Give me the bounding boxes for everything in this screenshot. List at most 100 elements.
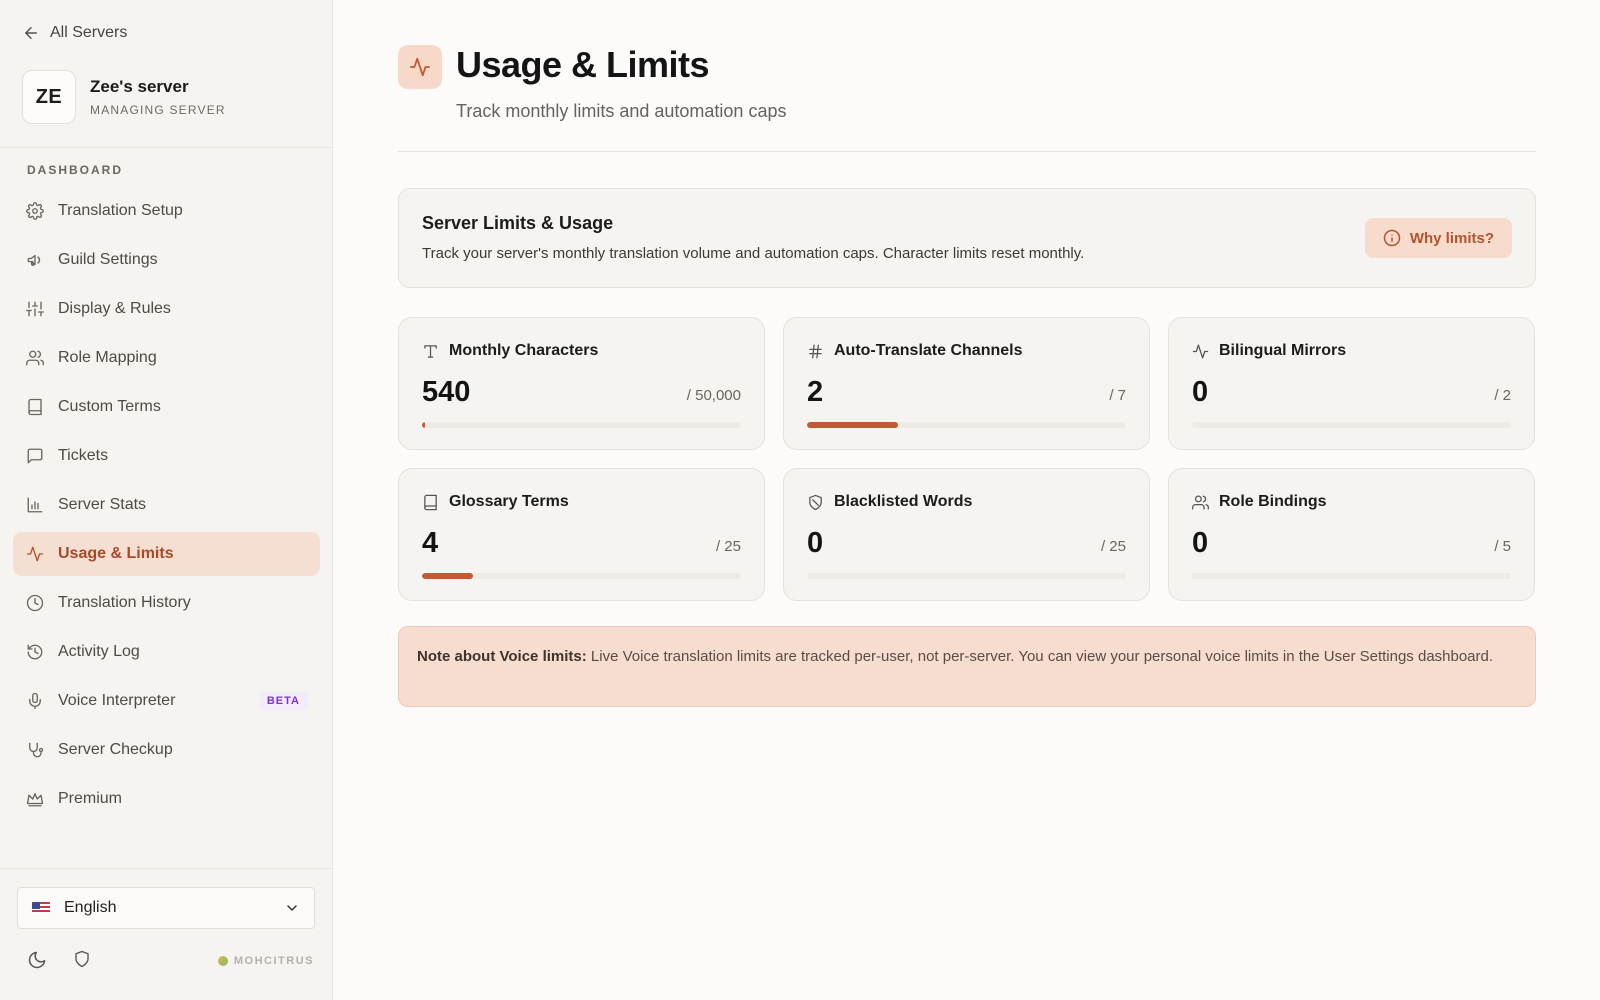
sidebar-item-display-rules[interactable]: Display & Rules [13, 287, 320, 331]
sidebar-item-custom-terms[interactable]: Custom Terms [13, 385, 320, 429]
stat-value: 0 [1192, 376, 1209, 408]
chat-icon [27, 448, 43, 464]
sidebar: All Servers ZE Zee's server MANAGING SER… [0, 0, 333, 1000]
stat-progress-bar [807, 573, 1126, 579]
language-value: English [64, 899, 117, 916]
stat-value: 4 [422, 527, 439, 559]
megaphone-icon [27, 254, 41, 266]
sidebar-item-premium[interactable]: Premium [13, 777, 320, 821]
text-icon [424, 344, 437, 358]
note-title: Note about Voice limits: [417, 648, 587, 665]
back-label: All Servers [50, 24, 128, 41]
sidebar-item-label: Role Mapping [58, 349, 157, 366]
server-role: MANAGING SERVER [90, 103, 226, 117]
book-icon [28, 398, 42, 416]
stat-progress-bar [422, 422, 741, 428]
sidebar-item-server-stats[interactable]: Server Stats [13, 483, 320, 527]
stat-progress-bar [422, 573, 741, 579]
voice-limits-note: Note about Voice limits: Live Voice tran… [398, 626, 1536, 707]
clock-icon [26, 594, 44, 612]
bar-chart-icon [27, 497, 43, 513]
stat-limit: / 50,000 [686, 387, 741, 404]
sidebar-item-translation-setup[interactable]: Translation Setup [13, 189, 320, 233]
users-icon [1192, 494, 1209, 510]
sidebar-item-server-checkup[interactable]: Server Checkup [13, 728, 320, 772]
activity-icon [409, 57, 431, 77]
sidebar-item-label: Custom Terms [58, 398, 161, 415]
info-icon [1383, 229, 1401, 247]
activity-icon [26, 546, 44, 562]
sidebar-item-label: Server Stats [58, 496, 147, 513]
sidebar-item-voice-interpreter[interactable]: Voice Interpreter BETA [13, 679, 320, 723]
stat-card-auto-translate-channels: Auto-Translate Channels 2 / 7 [783, 317, 1150, 450]
history-icon [27, 644, 43, 660]
sidebar-divider-bottom [0, 868, 333, 869]
stat-label: Role Bindings [1219, 493, 1327, 510]
why-limits-button[interactable]: Why limits? [1364, 218, 1512, 258]
sidebar-item-translation-history[interactable]: Translation History [13, 581, 320, 625]
sidebar-item-tickets[interactable]: Tickets [13, 434, 320, 478]
stat-value: 0 [807, 527, 824, 559]
stat-progress-fill [422, 422, 426, 428]
shield-icon[interactable] [73, 950, 93, 970]
server-avatar: ZE [22, 70, 76, 124]
stat-label: Glossary Terms [449, 493, 569, 510]
back-to-servers-link[interactable]: All Servers [22, 22, 127, 44]
book-icon [424, 494, 437, 510]
language-select[interactable]: English [17, 887, 315, 929]
stat-value: 0 [1192, 527, 1209, 559]
brand-mark: MOHCITRUS [217, 955, 314, 967]
server-name: Zee's server [90, 77, 189, 96]
sidebar-item-label: Premium [58, 790, 123, 807]
sidebar-item-label: Activity Log [58, 643, 140, 660]
stat-label: Monthly Characters [449, 342, 599, 359]
beta-badge: BETA [258, 692, 308, 710]
sidebar-item-guild-settings[interactable]: Guild Settings [13, 238, 320, 282]
sidebar-item-label: Translation Setup [58, 202, 183, 219]
section-label: DASHBOARD [27, 163, 123, 177]
sidebar-item-role-mapping[interactable]: Role Mapping [13, 336, 320, 380]
sidebar-item-usage-limits[interactable]: Usage & Limits [13, 532, 320, 576]
stat-card-monthly-characters: Monthly Characters 540 / 50,000 [398, 317, 765, 450]
stat-limit: / 5 [1494, 538, 1511, 555]
sidebar-divider [0, 147, 333, 148]
stat-progress-fill [807, 422, 899, 428]
stat-value: 540 [422, 376, 471, 408]
sidebar-item-label: Display & Rules [58, 300, 171, 317]
why-limits-label: Why limits? [1409, 229, 1494, 247]
stat-limit: / 2 [1494, 387, 1511, 404]
sidebar-item-label: Voice Interpreter [58, 692, 176, 709]
moon-icon[interactable] [27, 950, 47, 970]
info-title: Server Limits & Usage [422, 213, 614, 233]
brand-name: MOHCITRUS [233, 955, 314, 967]
stat-progress-bar [807, 422, 1126, 428]
header-divider [398, 151, 1536, 152]
sidebar-nav: Translation Setup Guild Settings Display &… [13, 189, 320, 826]
brand-logo-icon [217, 956, 228, 966]
page-subtitle: Track monthly limits and automation caps [456, 101, 787, 121]
sidebar-item-label: Tickets [58, 447, 109, 464]
stat-limit: / 7 [1109, 387, 1126, 404]
activity-icon [1192, 343, 1209, 359]
stat-card-glossary-terms: Glossary Terms 4 / 25 [398, 468, 765, 601]
stat-progress-fill [422, 573, 474, 579]
sliders-icon [26, 301, 44, 317]
stat-value: 2 [807, 376, 824, 408]
us-flag-icon [32, 902, 50, 914]
hash-icon [809, 343, 822, 359]
shield-off-icon [809, 494, 822, 510]
stat-limit: / 25 [715, 538, 741, 555]
chevron-down-icon [287, 905, 297, 911]
sidebar-item-label: Server Checkup [58, 741, 173, 758]
stat-card-role-bindings: Role Bindings 0 / 5 [1168, 468, 1535, 601]
gear-icon [26, 202, 44, 220]
crown-icon [26, 793, 44, 807]
stat-label: Auto-Translate Channels [834, 342, 1023, 359]
sidebar-item-activity-log[interactable]: Activity Log [13, 630, 320, 674]
stat-limit: / 25 [1100, 538, 1126, 555]
stat-progress-bar [1192, 573, 1511, 579]
info-text: Track your server's monthly translation … [422, 245, 1085, 262]
stat-card-blacklisted-words: Blacklisted Words 0 / 25 [783, 468, 1150, 601]
stethoscope-icon [29, 742, 44, 758]
page-title: Usage & Limits [456, 44, 710, 85]
